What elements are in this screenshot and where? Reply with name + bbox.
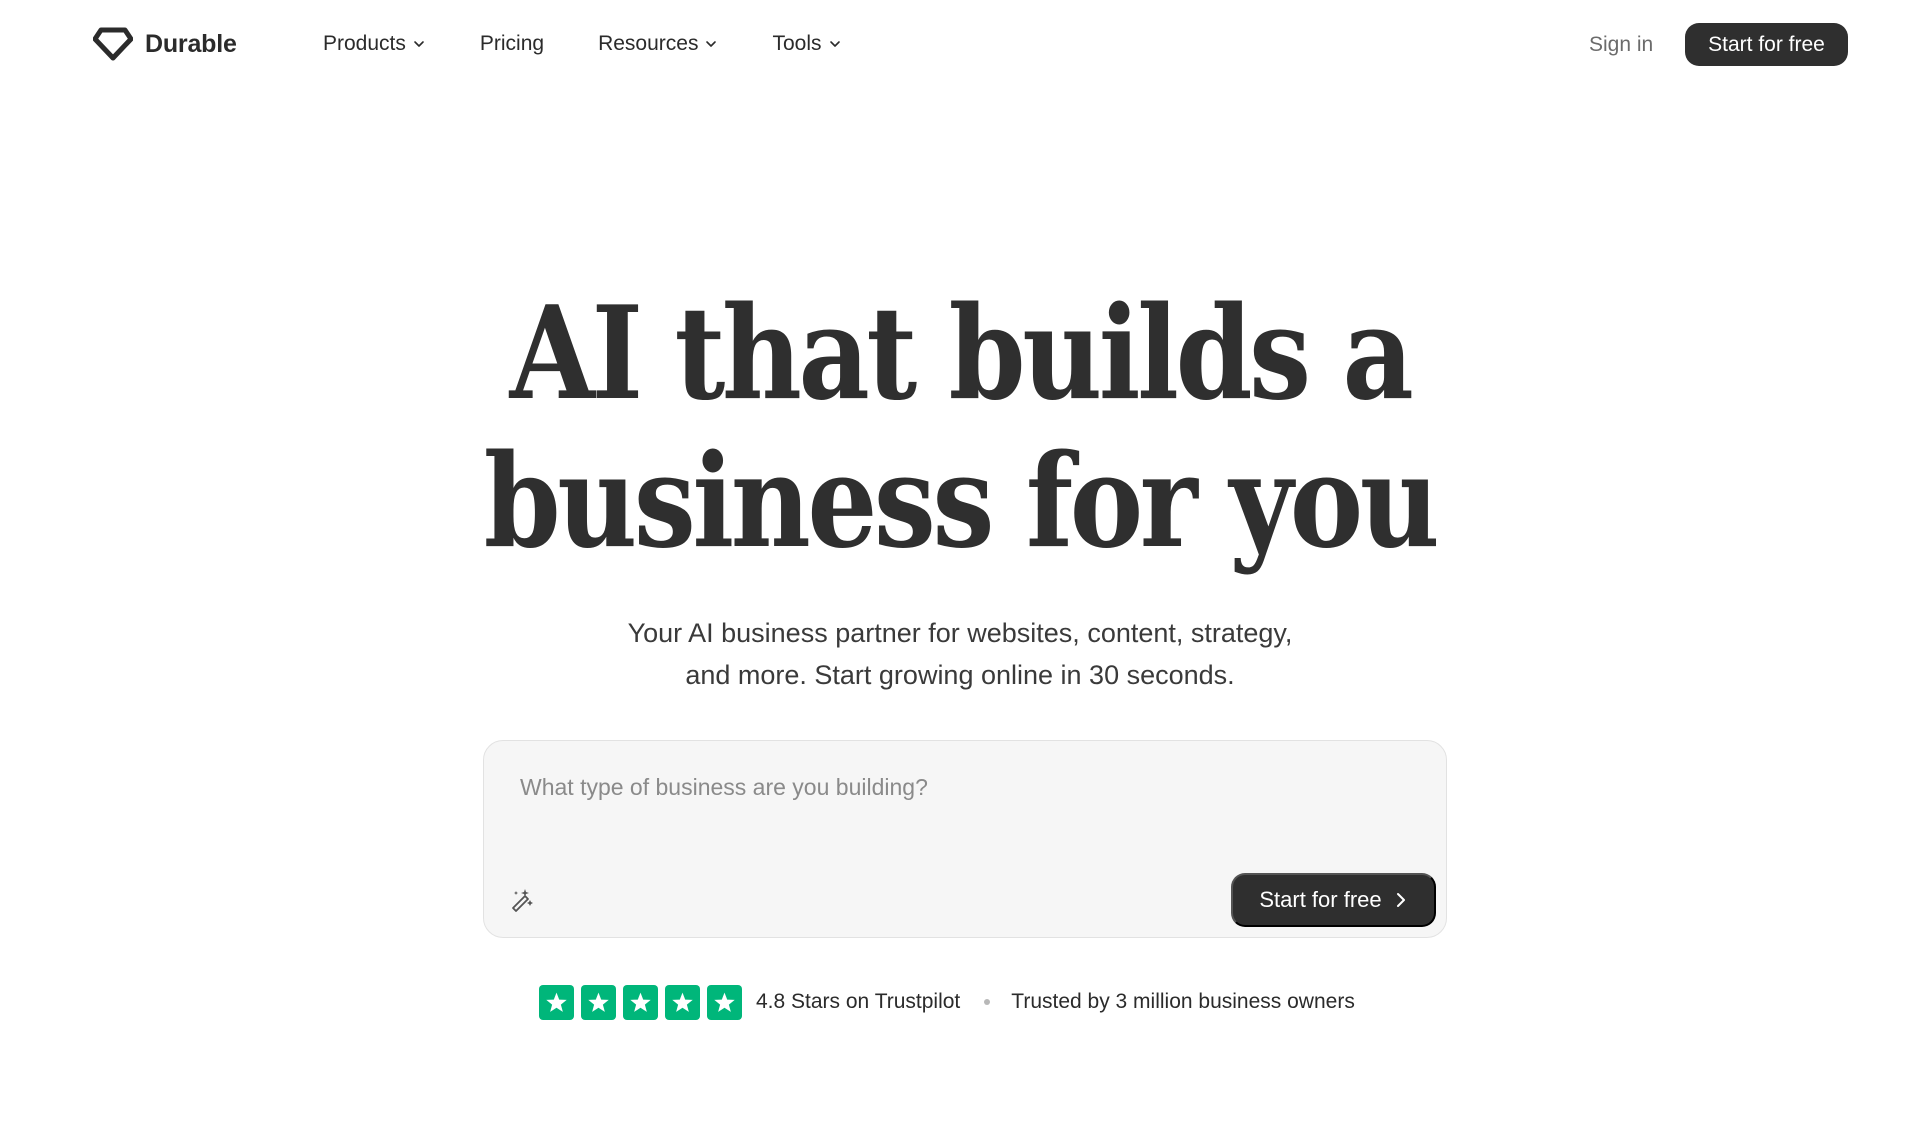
main-nav: Products Pricing Resources Tools (323, 26, 842, 62)
star-icon (707, 984, 742, 1020)
hero-headline: AI that builds a business for you (134, 280, 1785, 576)
nav-products[interactable]: Products (323, 32, 426, 56)
business-prompt-box: Start for free (483, 740, 1447, 938)
social-proof: 4.8 Stars on Trustpilot Trusted by 3 mil… (539, 984, 1355, 1020)
star-icon (623, 984, 658, 1020)
hero-subheading-line1: Your AI business partner for websites, c… (627, 618, 1293, 648)
hero-headline-line2: business for you (483, 427, 1440, 577)
nav-tools-label: Tools (772, 32, 822, 55)
separator-dot (984, 999, 991, 1005)
start-for-free-button[interactable]: Start for free (1685, 23, 1848, 66)
chevron-right-icon (1396, 893, 1405, 907)
magic-wand-icon[interactable] (508, 885, 536, 913)
nav-resources[interactable]: Resources (598, 32, 718, 56)
business-type-input[interactable] (520, 767, 1400, 807)
nav-resources-label: Resources (598, 32, 699, 55)
star-icon (581, 984, 616, 1020)
chevron-down-icon (414, 41, 424, 47)
trustpilot-stars (539, 984, 742, 1020)
hero-subheading: Your AI business partner for websites, c… (560, 612, 1360, 696)
star-icon (539, 984, 574, 1020)
hero-headline-line1: AI that builds a (509, 279, 1414, 429)
trustpilot-rating: 4.8 Stars on Trustpilot (756, 990, 961, 1013)
nav-pricing[interactable]: Pricing (480, 32, 544, 56)
chevron-down-icon (829, 41, 840, 47)
start-for-free-submit-button[interactable]: Start for free (1231, 873, 1436, 927)
site-header: Durable Products Pricing Resources Tools (0, 0, 1920, 88)
trusted-by-text: Trusted by 3 million business owners (1011, 990, 1355, 1013)
chevron-down-icon (706, 41, 717, 47)
logo-link[interactable]: Durable (93, 24, 237, 64)
hero-subheading-line2: and more. Start growing online in 30 sec… (685, 660, 1235, 690)
sign-in-link[interactable]: Sign in (1589, 28, 1653, 62)
nav-pricing-label: Pricing (479, 32, 545, 55)
star-icon (665, 984, 700, 1020)
start-for-free-submit-label: Start for free (1259, 887, 1382, 912)
nav-tools[interactable]: Tools (772, 32, 841, 56)
logo-text: Durable (145, 29, 237, 58)
diamond-logo-icon (93, 27, 133, 61)
nav-products-label: Products (323, 32, 406, 55)
page: Durable Products Pricing Resources Tools (0, 0, 1920, 1148)
